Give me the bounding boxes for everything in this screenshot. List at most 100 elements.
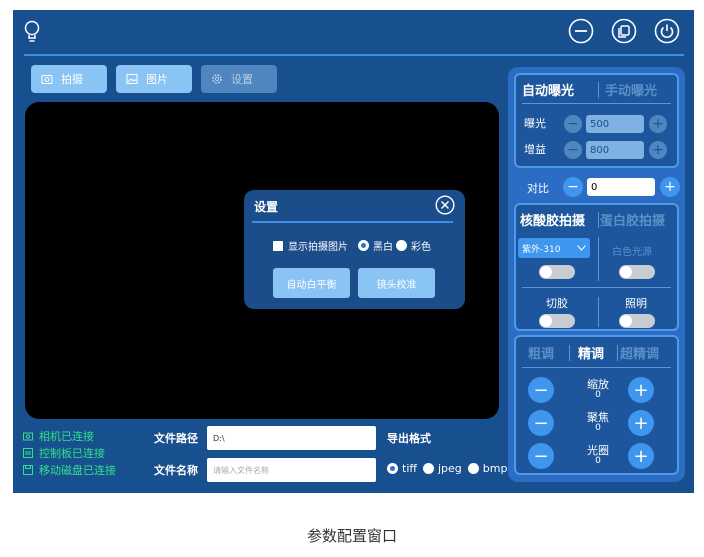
file-name-label: 文件名称 xyxy=(154,464,198,477)
illumination-toggle[interactable] xyxy=(619,314,655,328)
tab-images[interactable]: 图片 xyxy=(116,65,192,93)
aperture-increase-button[interactable]: + xyxy=(628,443,654,469)
tiff-label: tiff xyxy=(402,462,417,475)
jpeg-label: jpeg xyxy=(437,462,462,475)
capture-mid-separator xyxy=(598,237,599,281)
adjust-sep-1 xyxy=(569,345,570,361)
adjust-divider xyxy=(522,367,671,368)
tiff-radio[interactable] xyxy=(387,463,398,474)
mono-label: 黑白 xyxy=(373,242,393,253)
file-path-label: 文件路径 xyxy=(154,432,198,445)
tab-capture[interactable]: 拍摄 xyxy=(31,65,107,93)
file-name-input[interactable]: 请输入文件名称 xyxy=(207,458,376,482)
exposure-decrease-button[interactable]: − xyxy=(564,115,582,133)
tab-settings[interactable]: 设置 xyxy=(201,65,277,93)
close-icon[interactable] xyxy=(435,195,455,215)
camera-icon xyxy=(23,432,33,441)
aperture-value: 0 xyxy=(595,456,601,466)
mono-radio[interactable] xyxy=(358,240,369,251)
app-window: 拍摄 图片 设置 设置 显示拍摄图片 黑白 彩色 自动白平衡 镜头校准 相机已连… xyxy=(13,10,694,493)
exposure-box: 自动曝光 手动曝光 曝光 − 500 + 增益 − 800 + xyxy=(514,73,679,168)
export-format-options: tiff jpeg bmp xyxy=(387,462,507,475)
figure-caption: 参数配置窗口 xyxy=(306,527,397,545)
uv-toggle[interactable] xyxy=(539,265,575,279)
auto-white-balance-button[interactable]: 自动白平衡 xyxy=(273,268,350,298)
dialog-title: 设置 xyxy=(254,200,279,214)
color-label: 彩色 xyxy=(411,242,431,253)
capture-divider xyxy=(522,287,671,288)
dialog-options: 显示拍摄图片 黑白 彩色 xyxy=(273,238,431,253)
tab-capture-label: 拍摄 xyxy=(61,73,83,86)
uv-wavelength-value: 紫外-310 xyxy=(522,244,561,255)
uv-wavelength-select[interactable]: 紫外-310 xyxy=(518,238,590,258)
tab-nucleic-capture[interactable]: 核酸胶拍摄 xyxy=(520,210,585,229)
board-status: 控制板已连接 xyxy=(23,445,105,461)
minimize-button[interactable] xyxy=(568,18,594,44)
tab-auto-exposure[interactable]: 自动曝光 xyxy=(522,80,574,99)
lightbulb-icon xyxy=(24,20,40,42)
board-status-text: 控制板已连接 xyxy=(39,447,105,460)
gear-icon xyxy=(212,74,222,84)
gain-label: 增益 xyxy=(524,143,546,156)
restore-button[interactable] xyxy=(611,18,637,44)
adjust-sep-2 xyxy=(617,345,618,361)
file-path-input[interactable]: D:\ xyxy=(207,426,376,450)
cut-gel-toggle[interactable] xyxy=(539,314,575,328)
capture-bottom-separator xyxy=(598,297,599,327)
board-icon xyxy=(23,448,33,458)
chevron-down-icon xyxy=(577,245,586,251)
control-panel: 自动曝光 手动曝光 曝光 − 500 + 增益 − 800 + 对比 − 0 +… xyxy=(508,67,685,482)
gain-value[interactable]: 800 xyxy=(586,141,644,159)
focus-value: 0 xyxy=(595,423,601,433)
exposure-divider xyxy=(522,103,671,104)
tab-manual-exposure[interactable]: 手动曝光 xyxy=(605,80,657,99)
exposure-increase-button[interactable]: + xyxy=(649,115,667,133)
bmp-radio[interactable] xyxy=(467,463,479,474)
jpeg-radio[interactable] xyxy=(422,463,434,474)
white-light-label: 白色光源 xyxy=(612,247,652,258)
gain-increase-button[interactable]: + xyxy=(649,141,667,159)
tab-settings-label: 设置 xyxy=(231,73,253,86)
adjust-box: 粗调 精调 超精调 − 缩放 0 + − 聚焦 0 + − 光圈 0 + xyxy=(514,335,679,475)
gain-decrease-button[interactable]: − xyxy=(564,141,582,159)
camera-icon xyxy=(41,75,53,84)
illumination-label: 照明 xyxy=(625,297,647,310)
show-image-label: 显示拍摄图片 xyxy=(288,242,348,253)
header-divider xyxy=(24,54,684,56)
dialog-divider xyxy=(252,221,453,223)
tab-coarse[interactable]: 粗调 xyxy=(528,343,554,362)
exposure-tab-separator xyxy=(598,82,599,98)
exposure-label: 曝光 xyxy=(524,117,546,130)
settings-dialog: 设置 显示拍摄图片 黑白 彩色 自动白平衡 镜头校准 xyxy=(244,190,465,309)
image-icon xyxy=(126,74,138,84)
cut-gel-label: 切胶 xyxy=(546,297,568,310)
disk-icon xyxy=(23,465,33,475)
zoom-increase-button[interactable]: + xyxy=(628,377,654,403)
color-radio[interactable] xyxy=(396,240,407,251)
zoom-decrease-button[interactable]: − xyxy=(528,377,554,403)
lens-calibration-button[interactable]: 镜头校准 xyxy=(358,268,435,298)
power-button[interactable] xyxy=(654,18,680,44)
disk-status: 移动磁盘已连接 xyxy=(23,462,116,478)
bmp-label: bmp xyxy=(482,462,508,475)
export-format-label: 导出格式 xyxy=(387,432,431,445)
focus-decrease-button[interactable]: − xyxy=(528,410,554,436)
capture-tab-separator xyxy=(598,212,599,228)
contrast-label: 对比 xyxy=(527,182,549,195)
disk-status-text: 移动磁盘已连接 xyxy=(39,464,116,477)
white-light-toggle[interactable] xyxy=(619,265,655,279)
contrast-decrease-button[interactable]: − xyxy=(563,177,583,197)
tab-ultra-fine[interactable]: 超精调 xyxy=(620,343,659,362)
capture-box: 核酸胶拍摄 蛋白胶拍摄 紫外-310 白色光源 切胶 照明 xyxy=(514,203,679,331)
tab-fine[interactable]: 精调 xyxy=(578,343,604,362)
tab-protein-capture[interactable]: 蛋白胶拍摄 xyxy=(600,210,665,229)
aperture-decrease-button[interactable]: − xyxy=(528,443,554,469)
tab-images-label: 图片 xyxy=(146,73,168,86)
focus-increase-button[interactable]: + xyxy=(628,410,654,436)
exposure-value[interactable]: 500 xyxy=(586,115,644,133)
contrast-increase-button[interactable]: + xyxy=(660,177,680,197)
contrast-value[interactable]: 0 xyxy=(587,178,655,196)
show-image-checkbox[interactable] xyxy=(273,240,283,251)
camera-status: 相机已连接 xyxy=(23,428,94,444)
camera-status-text: 相机已连接 xyxy=(39,430,94,443)
